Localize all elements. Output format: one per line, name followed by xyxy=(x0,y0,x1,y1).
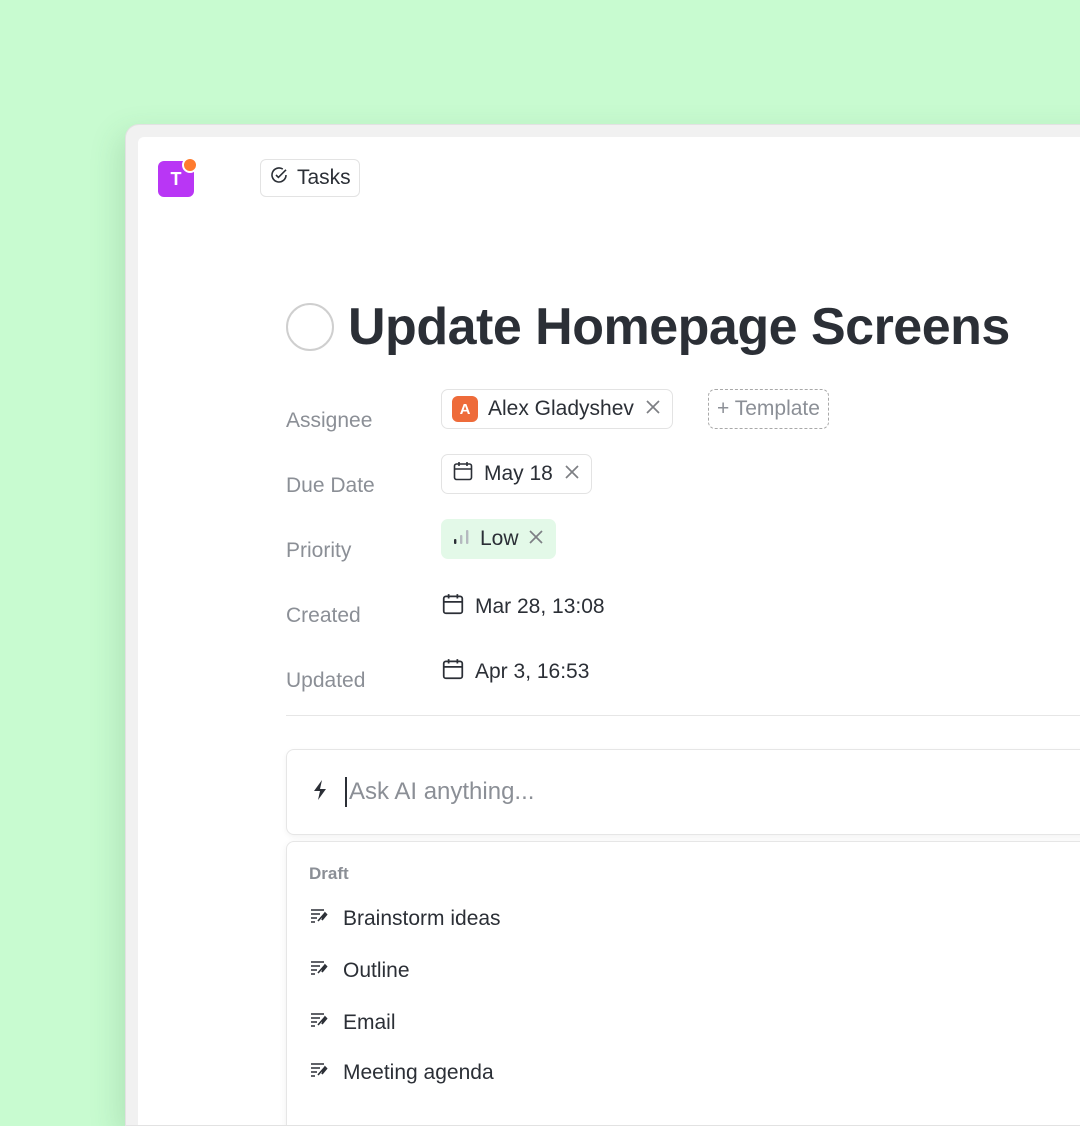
menu-item-email[interactable]: Email xyxy=(309,1010,396,1036)
updated-label: Updated xyxy=(286,669,366,692)
workspace-logo-letter: T xyxy=(170,168,182,189)
draft-pen-icon xyxy=(309,1010,329,1036)
app-window: T Tasks Update Homepage Screens Assignee… xyxy=(125,124,1080,1126)
menu-section-header: Draft xyxy=(309,864,349,883)
remove-assignee-icon[interactable] xyxy=(644,398,662,420)
created-value-row: Mar 28, 13:08 xyxy=(441,592,605,622)
task-title-row: Update Homepage Screens xyxy=(286,297,1010,357)
priority-value: Low xyxy=(480,527,519,550)
notification-dot xyxy=(182,157,198,173)
task-status-toggle[interactable] xyxy=(286,303,334,351)
tab-tasks[interactable]: Tasks xyxy=(260,159,360,197)
menu-item-meeting-agenda[interactable]: Meeting agenda xyxy=(309,1060,494,1086)
remove-due-date-icon[interactable] xyxy=(563,463,581,485)
calendar-icon xyxy=(441,657,465,687)
menu-item-label: Meeting agenda xyxy=(343,1061,494,1084)
lightning-icon xyxy=(311,778,329,807)
tab-tasks-label: Tasks xyxy=(297,166,351,189)
assignee-name: Alex Gladyshev xyxy=(488,397,634,420)
menu-item-label: Brainstorm ideas xyxy=(343,907,501,930)
ai-prompt-input[interactable] xyxy=(345,777,1080,807)
menu-item-label: Outline xyxy=(343,959,410,982)
priority-chip[interactable]: Low xyxy=(441,519,556,559)
created-value: Mar 28, 13:08 xyxy=(475,595,605,618)
ai-prompt-box[interactable] xyxy=(286,749,1080,835)
updated-value-row: Apr 3, 16:53 xyxy=(441,657,589,687)
app-content: T Tasks Update Homepage Screens Assignee… xyxy=(138,137,1080,1125)
signal-bars-icon xyxy=(452,526,472,552)
created-label: Created xyxy=(286,604,361,627)
task-title[interactable]: Update Homepage Screens xyxy=(348,297,1010,357)
menu-item-outline[interactable]: Outline xyxy=(309,958,410,984)
calendar-icon xyxy=(452,460,474,488)
assignee-chip[interactable]: A Alex Gladyshev xyxy=(441,389,673,429)
calendar-icon xyxy=(441,592,465,622)
remove-priority-icon[interactable] xyxy=(527,528,545,550)
updated-value: Apr 3, 16:53 xyxy=(475,660,590,683)
menu-item-brainstorm[interactable]: Brainstorm ideas xyxy=(309,906,501,932)
workspace-logo[interactable]: T xyxy=(158,157,198,197)
check-circle-icon xyxy=(269,165,289,191)
draft-pen-icon xyxy=(309,1060,329,1086)
due-date-value: May 18 xyxy=(484,462,553,485)
priority-label: Priority xyxy=(286,539,352,562)
add-template-button[interactable]: + Template xyxy=(708,389,829,429)
due-date-chip[interactable]: May 18 xyxy=(441,454,592,494)
menu-item-label: Email xyxy=(343,1011,396,1034)
assignee-label: Assignee xyxy=(286,409,373,432)
draft-pen-icon xyxy=(309,906,329,932)
due-date-label: Due Date xyxy=(286,474,375,497)
divider xyxy=(286,715,1080,716)
draft-pen-icon xyxy=(309,958,329,984)
avatar: A xyxy=(452,396,478,422)
ai-suggestions-menu: Draft Brainstorm ideas Outline Email Mee… xyxy=(286,841,1080,1125)
